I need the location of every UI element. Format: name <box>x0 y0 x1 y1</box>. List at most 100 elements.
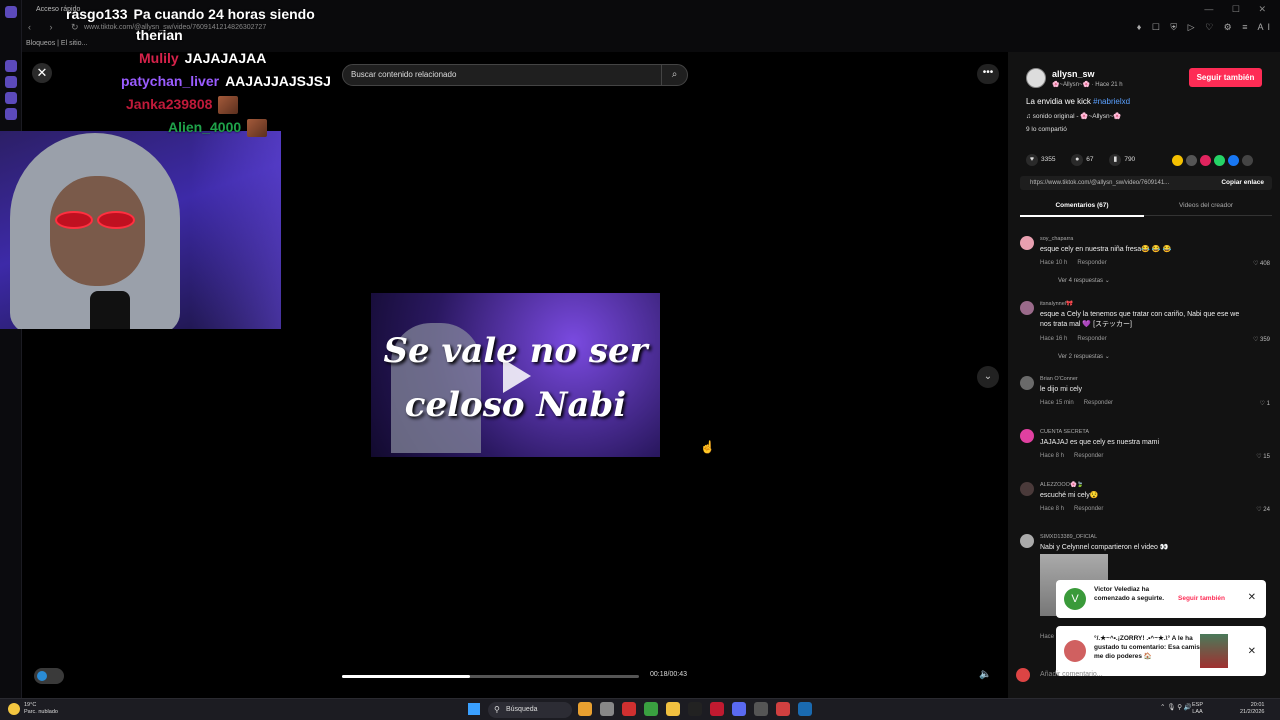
commenter-name[interactable]: soy_chaparra <box>1040 236 1073 242</box>
extensions-icon[interactable]: ♦ ☐ ⛨ ▷ ♡ ⚙ ≡ AI <box>1137 22 1274 33</box>
notification-follow-button[interactable]: Seguir también <box>1178 595 1225 602</box>
weather-widget[interactable]: 19°C Parc. nublado <box>24 702 58 716</box>
commenter-name[interactable]: Brian O'Conner <box>1040 376 1078 382</box>
lang-top: ESP <box>1192 702 1204 708</box>
comment-likes[interactable]: ♡ 359 <box>1253 336 1270 343</box>
related-search-input[interactable]: Buscar contenido relacionado ⌕ <box>342 64 688 86</box>
bookmark-item[interactable]: Bloqueos | El sitio... <box>26 40 87 47</box>
code-icon[interactable] <box>1186 155 1197 166</box>
video-progress-bar[interactable] <box>342 675 639 678</box>
sidebar-app-icon[interactable] <box>5 60 17 72</box>
comment-input[interactable]: Añadir comentario... <box>1012 664 1270 686</box>
sidebar-app-icon[interactable] <box>5 76 17 88</box>
comment-likes[interactable]: ♡ 408 <box>1253 260 1270 267</box>
panel-tabs: Comentarios (67) Videos del creador <box>1020 200 1272 217</box>
share-arrow-icon[interactable] <box>1242 155 1253 166</box>
sidebar-app-icon[interactable] <box>5 108 17 120</box>
nav-arrows-icon[interactable]: ‹ › ↻ <box>28 22 87 33</box>
steam-icon[interactable] <box>798 702 812 716</box>
more-options-button[interactable]: ••• <box>977 64 999 84</box>
copy-link-button[interactable]: Copiar enlace <box>1221 179 1264 186</box>
windows-start-icon[interactable] <box>468 703 480 715</box>
discord-icon[interactable] <box>732 702 746 716</box>
view-replies-button[interactable]: Ver 2 respuestas ⌄ <box>1058 353 1110 360</box>
close-icon[interactable]: ✕ <box>1248 592 1256 603</box>
app-icon[interactable] <box>754 702 768 716</box>
view-replies-button[interactable]: Ver 4 respuestas ⌄ <box>1058 277 1110 284</box>
comment-time: Hace 15 min <box>1040 400 1074 406</box>
save-button[interactable]: ▮ 790 <box>1109 154 1135 166</box>
comment-count: 67 <box>1086 156 1094 163</box>
tab-creator-videos[interactable]: Videos del creador <box>1144 202 1268 209</box>
follow-notification[interactable]: V Victor Velediaz ha comenzado a seguirt… <box>1056 580 1266 618</box>
whatsapp-icon[interactable] <box>1214 155 1225 166</box>
webcam-overlay <box>0 131 281 329</box>
comment-time: Hace 10 h <box>1040 260 1068 266</box>
app-icon[interactable] <box>622 702 636 716</box>
volume-icon[interactable]: 🔈 <box>979 669 995 683</box>
description-text: La envidia we kick <box>1026 97 1094 106</box>
embed-icon[interactable] <box>1172 155 1183 166</box>
facebook-icon[interactable] <box>1228 155 1239 166</box>
language-indicator[interactable]: ESP LAA <box>1192 702 1203 716</box>
commenter-avatar[interactable] <box>1020 429 1034 443</box>
video-progress-fill <box>342 675 470 678</box>
comment-likes[interactable]: ♡ 24 <box>1256 506 1270 513</box>
app-icon[interactable] <box>578 702 592 716</box>
reply-button[interactable]: Responder <box>1077 260 1106 266</box>
commenter-avatar[interactable] <box>1020 376 1034 390</box>
heart-icon: ♥ <box>1026 154 1038 166</box>
window-controls[interactable]: — ☐ ✕ <box>1204 4 1274 15</box>
chat-user: rasgo133 <box>66 6 128 22</box>
minecraft-icon[interactable] <box>644 702 658 716</box>
reply-button[interactable]: Responder <box>1084 400 1113 406</box>
search-icon[interactable]: ⌕ <box>661 65 687 85</box>
commenter-name[interactable]: ALEZZOOO🌸🍃 <box>1040 482 1084 488</box>
reply-button[interactable]: Responder <box>1074 506 1103 512</box>
comment-meta: Hace 8 h Responder <box>1040 506 1113 512</box>
video-frame[interactable]: Se vale no ser celoso Nabi <box>371 293 660 457</box>
app-icon[interactable] <box>688 702 702 716</box>
tab-comments[interactable]: Comentarios (67) <box>1020 202 1144 217</box>
commenter-name[interactable]: itsnalynnel🎀 <box>1040 301 1073 307</box>
author-name[interactable]: allysn_sw <box>1052 69 1095 79</box>
clock-date: 21/2/2026 <box>1240 709 1265 715</box>
weather-icon[interactable] <box>8 703 20 715</box>
task-view-icon[interactable] <box>600 702 614 716</box>
system-tray[interactable]: ⌃ 🎙 ⚲ 🔊 <box>1160 703 1192 711</box>
clock-time: 20:01 <box>1250 702 1265 708</box>
like-button[interactable]: ♥ 3355 <box>1026 154 1055 166</box>
commenter-name[interactable]: CUENTA SECRETA <box>1040 429 1089 435</box>
follow-button[interactable]: Seguir también <box>1189 68 1262 87</box>
taskbar-search[interactable]: ⚲ Búsqueda <box>488 702 572 718</box>
folder-icon[interactable] <box>666 702 680 716</box>
hashtag-link[interactable]: #nabrielxd <box>1093 97 1130 106</box>
commenter-avatar[interactable] <box>1020 236 1034 250</box>
author-avatar[interactable] <box>1026 68 1046 88</box>
close-button[interactable]: ✕ <box>32 63 52 83</box>
clock[interactable]: 20:01 21/2/2026 <box>1240 702 1264 716</box>
commenter-avatar[interactable] <box>1020 534 1034 548</box>
close-icon[interactable]: ✕ <box>1248 646 1256 657</box>
autoscroll-toggle[interactable] <box>34 668 64 684</box>
comment-button[interactable]: ● 67 <box>1071 154 1094 166</box>
video-time: 00:18/00:43 <box>650 671 687 678</box>
comment-text: Nabi y Celynnel compartieron el video 👀 <box>1040 544 1169 551</box>
comment-likes[interactable]: ♡ 1 <box>1260 400 1270 407</box>
chrome-icon[interactable] <box>776 702 790 716</box>
opera-logo-icon[interactable] <box>5 6 17 18</box>
post-link[interactable]: https://www.tiktok.com/@allysn_sw/video/… <box>1030 180 1169 186</box>
comment-text: escuché mi cely😯 <box>1040 492 1099 499</box>
opera-icon[interactable] <box>710 702 724 716</box>
send-icon[interactable] <box>1200 155 1211 166</box>
commenter-avatar[interactable] <box>1020 301 1034 315</box>
next-video-button[interactable]: ⌄ <box>977 366 999 388</box>
reply-button[interactable]: Responder <box>1077 336 1106 342</box>
sound-link[interactable]: ♫ sonido original - 🌸~Allysn~🌸 <box>1026 112 1122 120</box>
play-icon[interactable] <box>503 359 531 393</box>
sidebar-app-icon[interactable] <box>5 92 17 104</box>
commenter-avatar[interactable] <box>1020 482 1034 496</box>
comment-likes[interactable]: ♡ 15 <box>1256 453 1270 460</box>
commenter-name[interactable]: SIMXD13389_OFICIAL <box>1040 534 1097 540</box>
reply-button[interactable]: Responder <box>1074 453 1103 459</box>
